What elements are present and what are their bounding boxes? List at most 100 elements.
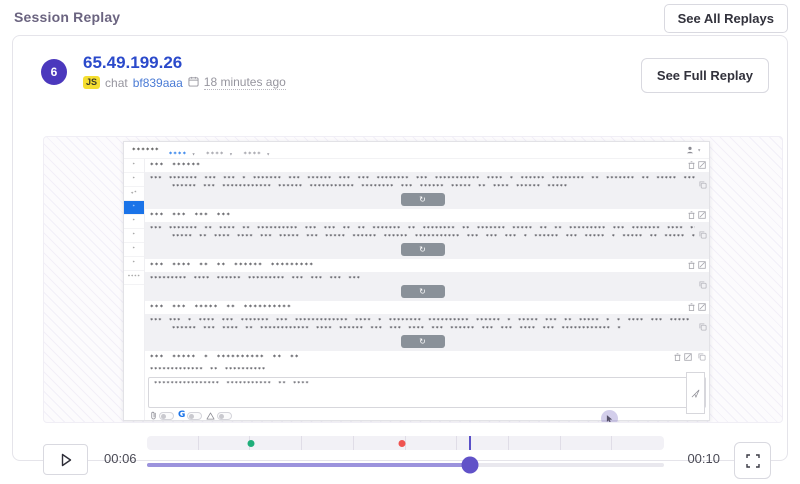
toggle-pill [187,412,202,420]
copy-icon[interactable] [699,231,707,239]
fullscreen-button[interactable] [734,442,771,479]
replayed-chat-content: *** ****** *** ******* *** *** * ******* … [145,159,709,420]
send-icon [691,389,700,398]
chevron-down-icon: ▾ [266,151,271,158]
chevron-down-icon: ▾ [229,151,234,158]
replayed-sidebar-item: * [124,215,144,229]
trash-icon[interactable] [688,261,695,269]
replayed-app-window: ****** **** ▾ **** ▾ **** ▾ ▾ **+*******… [123,141,710,421]
playhead-marker[interactable] [469,436,471,450]
replayed-message-header: *** **** ** ** ****** ********* [145,259,709,272]
replayed-app-body: **+********** *** ********* ******* *** … [124,159,709,420]
copy-icon[interactable] [699,323,707,331]
retry-button: ↻ [401,243,445,256]
share-icon [206,412,215,420]
time-ago-link[interactable]: 18 minutes ago [204,75,286,90]
replayed-message-header: *** *** *** *** [145,209,709,222]
replayed-sidebar: **+********** [124,159,145,420]
session-info: 65.49.199.26 JS chat bf839aaa 18 minutes… [83,53,286,90]
trash-icon[interactable] [674,353,681,361]
paperclip-icon [150,411,157,420]
trash-icon[interactable] [688,161,695,169]
replayed-message-header: *** *** ***** ** ********** [145,301,709,314]
replayed-user-menu: ▾ [686,146,701,154]
replayed-composer: **************** *********** ** **** [148,377,706,408]
replayed-message-line: *** ******* *** *** * ******* *** ******… [150,175,695,183]
replayed-message-line: *** ******* ** **** ** ********** *** **… [150,225,695,233]
copy-icon[interactable] [698,353,706,361]
retry-button: ↻ [401,285,445,298]
replayed-message-line: *** *** * **** *** ******* *** *********… [150,317,695,325]
toggle-pill [217,412,232,420]
replayed-nav-links: **** ▾ **** ▾ **** ▾ [169,141,271,160]
error-event-dot[interactable] [398,440,405,447]
replayed-toolbar: G [145,408,709,420]
replayed-sidebar-item: +* [124,187,144,201]
replayed-message-header: *** ***** * ********** ** ** [145,351,709,364]
copy-icon[interactable] [699,281,707,289]
replayed-sidebar-item: **** [124,271,144,285]
google-g-icon: G [178,411,185,420]
copy-icon[interactable] [699,181,707,189]
replayed-composer-text: **************** *********** ** **** [149,378,705,387]
chevron-down-icon: ▾ [192,151,197,158]
replayed-message-header: *** ****** [145,159,709,172]
success-event-dot[interactable] [247,440,254,447]
replayed-message-line: ***** ** **** **** *** ***** *** ***** *… [150,233,695,241]
trash-icon[interactable] [688,211,695,219]
replayed-sidebar-item: * [124,257,144,271]
timeline-segment-divider [147,436,612,450]
edit-icon[interactable] [698,261,706,269]
replayed-nav-link: **** ▾ [243,151,271,158]
timeline-zone [147,434,664,480]
replayed-sidebar-item: * [124,229,144,243]
edit-icon[interactable] [684,353,692,361]
replayed-message-body: *** ******* *** *** * ******* *** ******… [145,172,709,209]
replayed-nav-link: **** ▾ [206,151,234,158]
retry-button: ↻ [401,193,445,206]
edit-icon[interactable] [698,161,706,169]
person-icon [686,146,694,154]
retry-button: ↻ [401,335,445,348]
session-id-link[interactable]: bf839aaa [133,76,183,90]
current-time-label: 00:06 [104,451,144,466]
replayed-nav-link: **** ▾ [169,151,197,158]
send-button [686,372,705,414]
edit-icon[interactable] [698,303,706,311]
total-time-label: 00:10 [680,451,720,466]
timeline-bar[interactable] [147,436,664,450]
replayed-brand: ****** [132,147,160,154]
session-card-header: 6 65.49.199.26 JS chat bf839aaa 18 minut… [13,36,787,98]
session-ip-link[interactable]: 65.49.199.26 [83,53,182,72]
calendar-icon [188,76,199,90]
see-all-replays-button[interactable]: See All Replays [664,4,788,33]
replayed-message-line: ****** *** ************ ****** *********… [150,183,695,191]
play-button[interactable] [43,444,88,475]
replayed-sidebar-item: * [124,173,144,187]
toggle-pill [159,412,174,420]
replayed-sidebar-item: * [124,243,144,257]
channel-label: chat [105,76,128,90]
replayed-message-body: *** ******* ** **** ** ********** *** **… [145,222,709,259]
play-icon [58,452,74,468]
replayed-tail-line: ************* ** ********** [145,364,709,375]
replayed-message-line: ****** *** **** ** ************ **** ***… [150,325,695,333]
replayed-sidebar-item: * [124,201,144,215]
replayed-message-body: *** *** * **** *** ******* *** *********… [145,314,709,351]
replayed-toolbar-group [150,411,174,420]
replay-viewport[interactable]: ****** **** ▾ **** ▾ **** ▾ ▾ **+*******… [43,136,783,423]
progress-slider[interactable] [147,463,664,467]
progress-fill [147,463,470,467]
playback-controls: 00:06 00:10 [13,434,789,484]
trash-icon[interactable] [688,303,695,311]
fullscreen-icon [746,454,760,468]
replayed-message-line: ********* **** ****** ********* *** *** … [150,275,695,283]
replayed-toolbar-group [206,412,232,420]
mouse-cursor-icon [606,415,613,423]
replayed-sidebar-item: * [124,159,144,173]
edit-icon[interactable] [698,211,706,219]
session-count-badge: 6 [41,59,67,85]
chevron-down-icon: ▾ [697,147,701,154]
see-full-replay-button[interactable]: See Full Replay [641,58,769,93]
session-card: 6 65.49.199.26 JS chat bf839aaa 18 minut… [12,35,788,461]
